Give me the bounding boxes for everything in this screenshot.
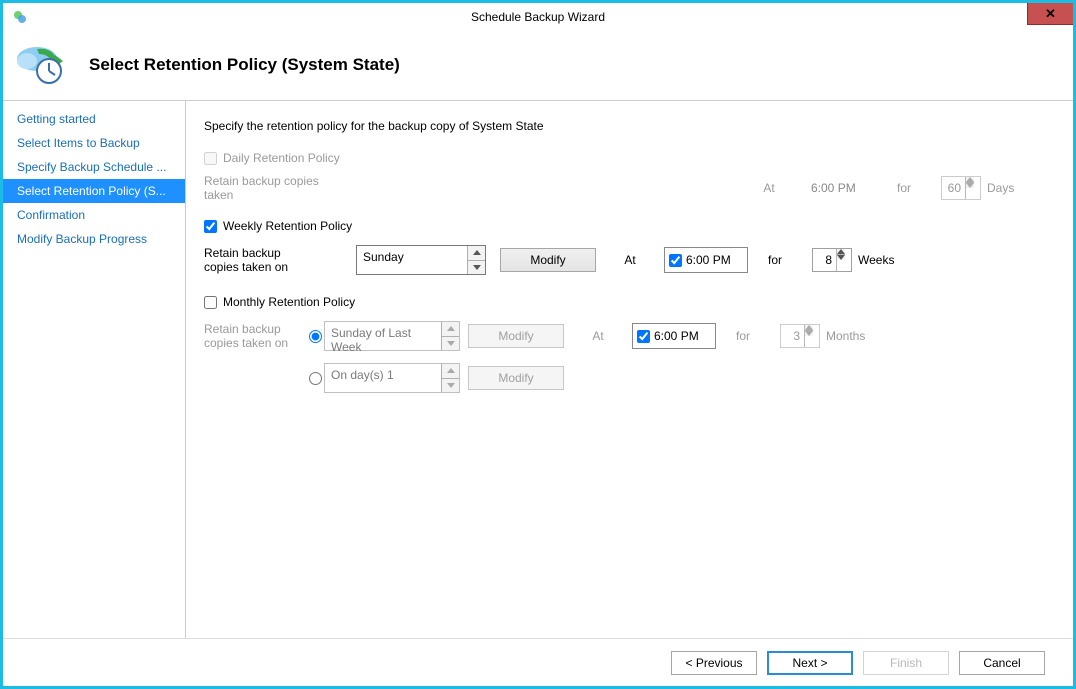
weekly-retain-line1: Retain backup (204, 246, 281, 260)
sidebar-step-getting-started[interactable]: Getting started (3, 107, 185, 131)
weekly-unit: Weeks (858, 253, 918, 267)
previous-button[interactable]: < Previous (671, 651, 757, 675)
wizard-window: Schedule Backup Wizard ✕ Select Retentio… (0, 0, 1076, 689)
weekly-day-value: Sunday (357, 246, 467, 274)
wizard-sidebar: Getting started Select Items to Backup S… (3, 101, 186, 638)
chevron-up-icon (442, 364, 459, 379)
cancel-button[interactable]: Cancel (959, 651, 1045, 675)
monthly-at-label: At (580, 329, 616, 343)
next-button[interactable]: Next > (767, 651, 853, 675)
chevron-down-icon (442, 379, 459, 393)
monthly-time: 6:00 PM (654, 329, 699, 343)
titlebar: Schedule Backup Wizard ✕ (3, 3, 1073, 30)
daily-at-label: At (751, 181, 787, 195)
weekly-section: Weekly Retention Policy (204, 219, 1047, 233)
sidebar-step-modify-progress[interactable]: Modify Backup Progress (3, 227, 185, 251)
spin-down-icon[interactable] (837, 255, 845, 260)
sidebar-step-retention-policy[interactable]: Select Retention Policy (S... (3, 179, 185, 203)
wizard-content: Specify the retention policy for the bac… (186, 101, 1073, 638)
monthly-radio-weekday[interactable] (309, 330, 322, 343)
monthly-opt2-listbox: On day(s) 1 (324, 363, 460, 393)
monthly-opt1-value: Sunday of Last Week (325, 322, 441, 350)
wizard-main: Getting started Select Items to Backup S… (3, 100, 1073, 638)
weekly-retain-line2: copies taken on (204, 260, 288, 274)
finish-button: Finish (863, 651, 949, 675)
close-icon: ✕ (1045, 6, 1056, 22)
monthly-opt1-listbox: Sunday of Last Week (324, 321, 460, 351)
weekly-time: 6:00 PM (686, 253, 731, 267)
weekly-at-label: At (612, 253, 648, 267)
daily-checkbox (204, 152, 217, 165)
monthly-unit: Months (826, 329, 886, 343)
daily-value-spinner: 60 (941, 176, 981, 200)
sidebar-step-select-items[interactable]: Select Items to Backup (3, 131, 185, 155)
weekly-row: Retain backup copies taken on Sunday Mod… (204, 243, 1047, 277)
monthly-modify-button-2: Modify (468, 366, 564, 390)
spin-down-icon (805, 331, 813, 336)
close-button[interactable]: ✕ (1027, 3, 1073, 25)
chevron-down-icon[interactable] (468, 261, 485, 275)
daily-for-label: for (883, 181, 925, 195)
weekly-label: Weekly Retention Policy (223, 219, 352, 233)
monthly-value-spinner: 3 (780, 324, 820, 348)
weekly-value: 8 (813, 249, 836, 271)
monthly-modify-button-1: Modify (468, 324, 564, 348)
chevron-up-icon (442, 322, 459, 337)
monthly-time-box[interactable]: 6:00 PM (632, 323, 716, 349)
monthly-time-checkbox[interactable] (637, 330, 650, 343)
daily-section: Daily Retention Policy (204, 151, 1047, 165)
weekly-time-box[interactable]: 6:00 PM (664, 247, 748, 273)
chevron-up-icon[interactable] (468, 246, 485, 261)
sidebar-step-confirmation[interactable]: Confirmation (3, 203, 185, 227)
weekly-value-spinner[interactable]: 8 (812, 248, 852, 272)
monthly-label: Monthly Retention Policy (223, 295, 355, 309)
monthly-row-2: On day(s) 1 Modify (204, 361, 1047, 395)
monthly-for-label: for (722, 329, 764, 343)
page-title: Select Retention Policy (System State) (89, 55, 400, 75)
monthly-value: 3 (781, 325, 804, 347)
monthly-checkbox[interactable] (204, 296, 217, 309)
sidebar-step-specify-schedule[interactable]: Specify Backup Schedule ... (3, 155, 185, 179)
weekly-retain-label: Retain backup copies taken on (204, 246, 346, 274)
weekly-for-label: for (754, 253, 796, 267)
monthly-section: Monthly Retention Policy (204, 295, 1047, 309)
daily-unit: Days (987, 181, 1047, 195)
wizard-header: Select Retention Policy (System State) (3, 30, 1073, 100)
monthly-row-1: Retain backup copies taken on Sunday of … (204, 319, 1047, 353)
wizard-footer: < Previous Next > Finish Cancel (3, 638, 1073, 686)
daily-label: Daily Retention Policy (223, 151, 340, 165)
weekly-day-listbox[interactable]: Sunday (356, 245, 486, 275)
daily-retain-label: Retain backup copies taken (204, 174, 346, 202)
weekly-time-checkbox[interactable] (669, 254, 682, 267)
daily-value: 60 (942, 177, 965, 199)
weekly-modify-button[interactable]: Modify (500, 248, 596, 272)
chevron-down-icon (442, 337, 459, 351)
instruction-text: Specify the retention policy for the bac… (204, 119, 1047, 133)
window-title: Schedule Backup Wizard (471, 10, 605, 24)
monthly-retain-line1: Retain backup (204, 322, 281, 336)
app-icon (11, 8, 29, 26)
wizard-logo-icon (13, 41, 69, 89)
daily-row: Retain backup copies taken At 6:00 PM fo… (204, 175, 1047, 201)
daily-time: 6:00 PM (811, 181, 877, 195)
monthly-retain-line2: copies taken on (204, 336, 288, 350)
spin-down-icon (966, 183, 974, 188)
monthly-radio-dayofmonth[interactable] (309, 372, 322, 385)
monthly-opt2-value: On day(s) 1 (325, 364, 441, 392)
weekly-checkbox[interactable] (204, 220, 217, 233)
